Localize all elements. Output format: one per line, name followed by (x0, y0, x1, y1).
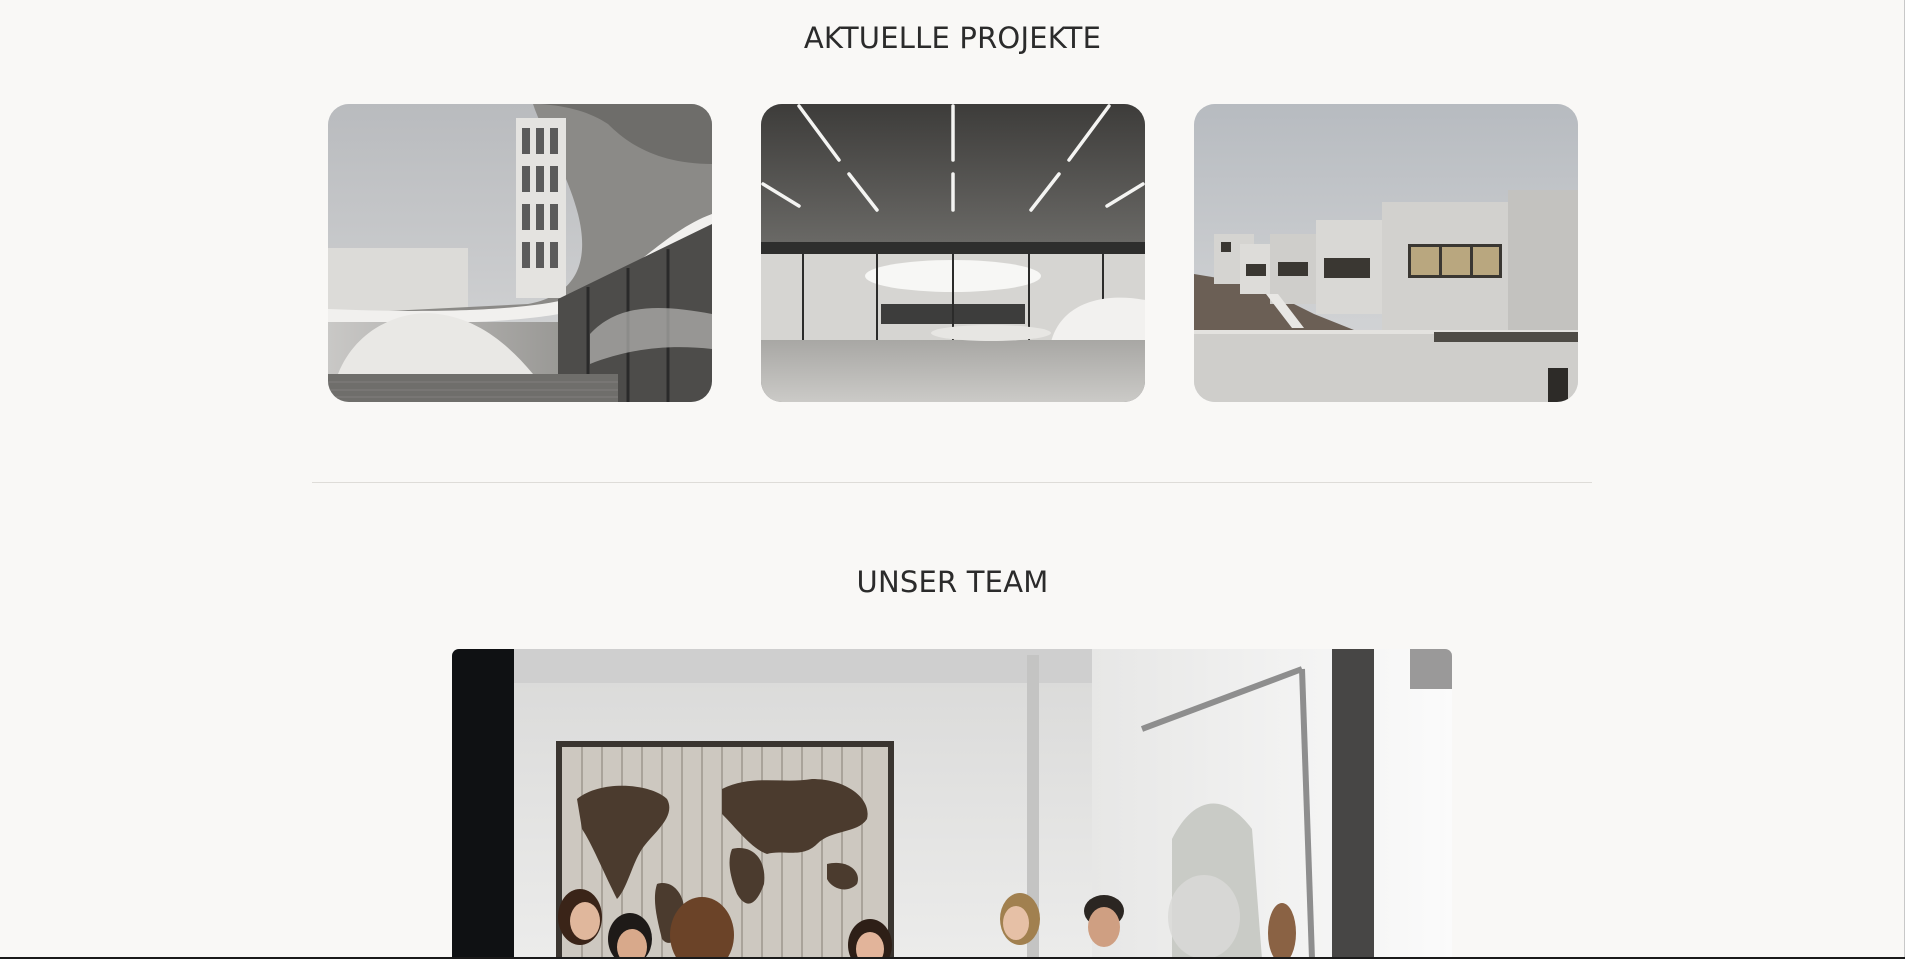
curved-concrete-building-image (328, 104, 712, 402)
page: AKTUELLE PROJEKTE UNSER TEAM (0, 0, 1905, 959)
team-meeting-photo (452, 649, 1452, 959)
section-divider (312, 482, 1592, 483)
project-card-3[interactable] (1194, 104, 1578, 402)
projects-section-title: AKTUELLE PROJEKTE (803, 21, 1102, 55)
team-photo (452, 649, 1452, 959)
concrete-hall-interior-image (761, 104, 1145, 402)
project-grid (328, 104, 1578, 402)
project-card-2[interactable] (761, 104, 1145, 402)
team-section-title: UNSER TEAM (856, 565, 1049, 599)
terraced-concrete-houses-image (1194, 104, 1578, 402)
project-card-1[interactable] (328, 104, 712, 402)
